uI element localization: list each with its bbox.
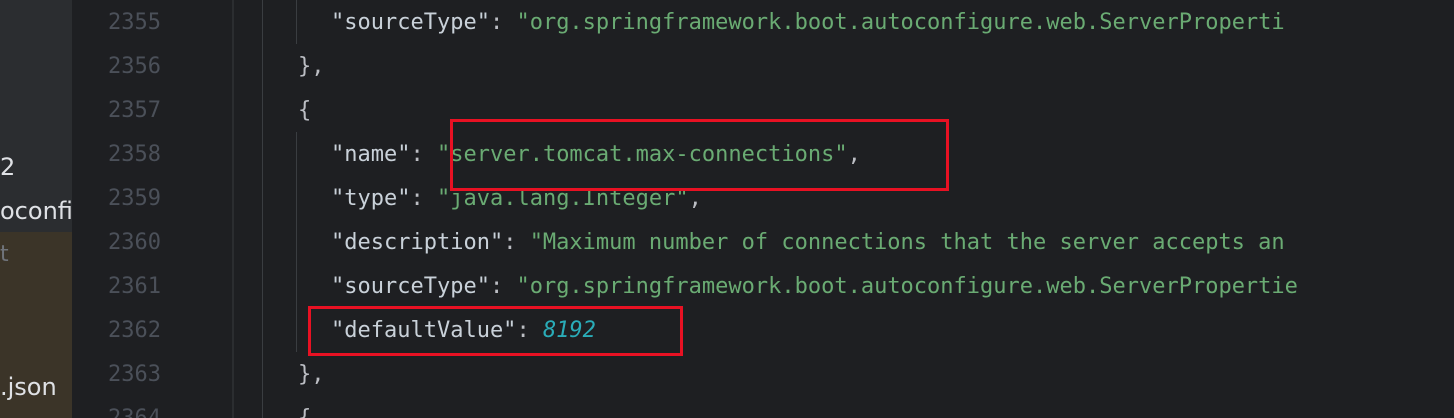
json-brace: },	[298, 54, 325, 79]
line-number: 2356	[108, 54, 161, 79]
highlight-box-default-value	[308, 306, 683, 356]
gutter-separator	[232, 0, 234, 418]
code-line[interactable]: },	[298, 360, 325, 390]
project-panel-text: t	[0, 242, 9, 267]
line-number: 2357	[108, 98, 161, 123]
project-panel-text: oconfi	[0, 197, 72, 225]
code-line[interactable]: "sourceType": "org.springframework.boot.…	[331, 272, 1298, 302]
json-colon: :	[503, 230, 530, 255]
project-panel-file-name[interactable]: .json	[0, 372, 57, 402]
indent-guide	[296, 0, 297, 44]
json-key: "description"	[331, 230, 504, 255]
code-line[interactable]: {	[298, 404, 311, 418]
line-number: 2362	[108, 318, 161, 343]
line-number: 2360	[108, 230, 161, 255]
json-string-value: "org.springframework.boot.autoconfigure.…	[516, 10, 1285, 35]
json-key: "type"	[331, 186, 411, 211]
line-number: 2364	[108, 404, 168, 418]
json-colon: :	[489, 274, 517, 299]
project-panel-text: 2	[0, 153, 16, 181]
highlight-box-name	[450, 119, 949, 191]
json-colon: :	[410, 142, 437, 167]
indent-guide	[296, 132, 297, 352]
line-number: 2359	[108, 186, 161, 211]
json-string-value: "Maximum number of connections that the …	[529, 230, 1285, 255]
json-brace: },	[298, 362, 325, 387]
project-panel[interactable]: 2 oconfi t .json	[0, 0, 72, 418]
code-line[interactable]: },	[298, 52, 325, 82]
ide-window: 2 oconfi t .json 2355 "sourceType": "org.…	[0, 0, 1454, 418]
line-number: 2355	[108, 10, 161, 35]
code-line[interactable]: {	[298, 96, 311, 126]
json-key: "sourceType"	[331, 10, 490, 35]
line-number: 2358	[108, 142, 161, 167]
json-key: "name"	[331, 142, 411, 167]
indent-guide	[262, 0, 263, 418]
json-brace: {	[298, 98, 312, 123]
code-line[interactable]: "sourceType": "org.springframework.boot.…	[331, 8, 1285, 38]
json-colon: :	[410, 186, 437, 211]
json-string-value: "org.springframework.boot.autoconfigure.…	[516, 274, 1298, 299]
json-colon: :	[489, 10, 517, 35]
line-number: 2363	[108, 362, 161, 387]
code-line[interactable]: "description": "Maximum number of connec…	[331, 228, 1285, 258]
line-number: 2361	[108, 274, 161, 299]
json-key: "sourceType"	[331, 274, 490, 299]
json-brace: {	[298, 406, 311, 418]
